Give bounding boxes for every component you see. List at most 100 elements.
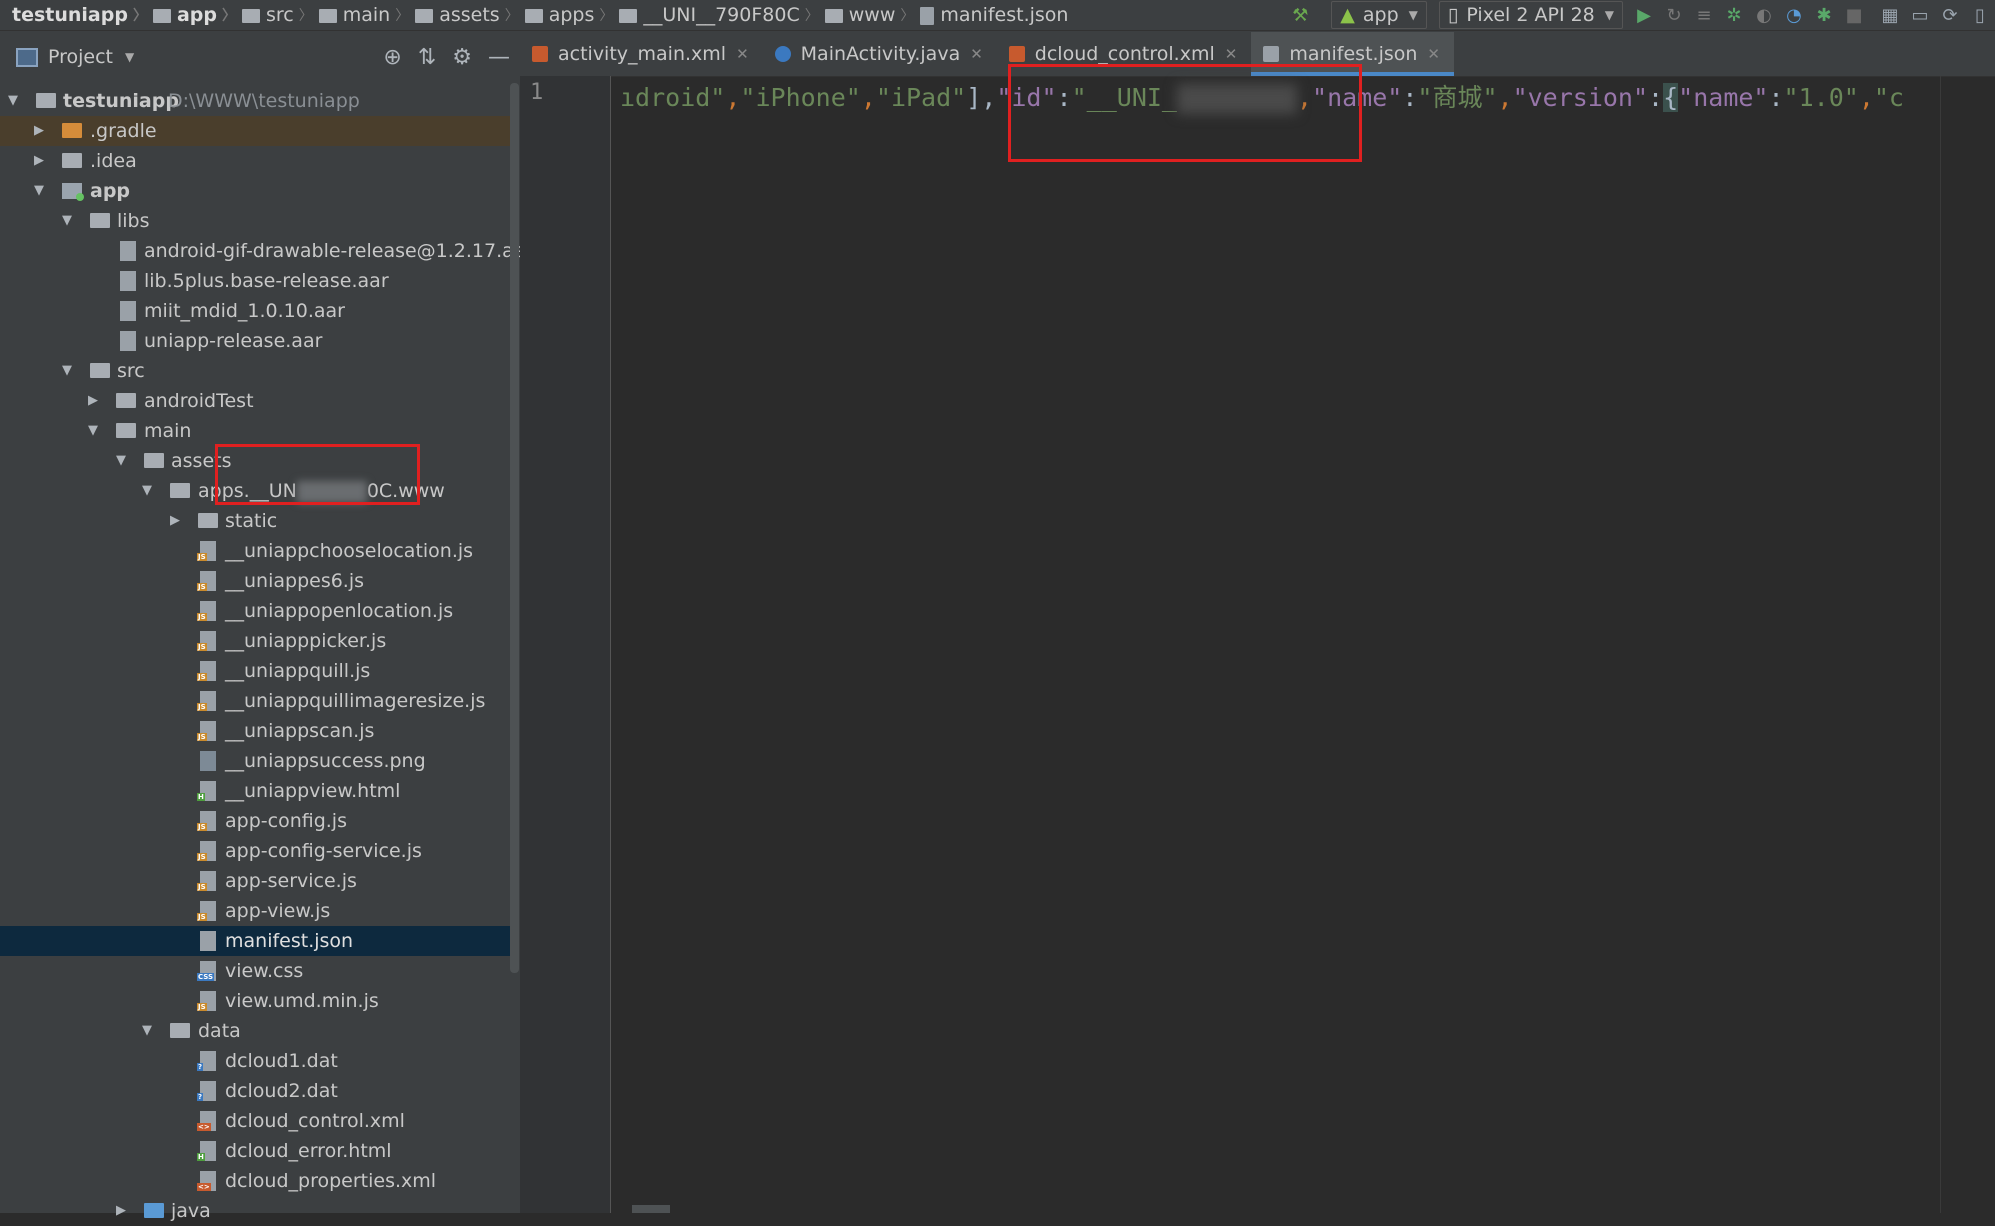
tree-item-label: __uniappes6.js <box>225 570 365 592</box>
tree-item-file[interactable]: uniapp-release.aar <box>0 326 512 356</box>
device-manager-icon[interactable]: ▯ <box>1965 0 1995 30</box>
tree-item-root[interactable]: ▼ testuniapp D:\WWW\testuniapp <box>0 86 512 116</box>
tree-item-file[interactable]: JS __uniapppicker.js <box>0 626 512 656</box>
archive-file-icon <box>120 331 136 351</box>
tree-item-file[interactable]: JS __uniappopenlocation.js <box>0 596 512 626</box>
folder-icon <box>318 9 337 23</box>
tree-item-libs[interactable]: ▼ libs <box>0 206 512 236</box>
stop-icon[interactable]: ■ <box>1839 0 1869 30</box>
tree-item-file[interactable]: JS view.umd.min.js <box>0 986 512 1016</box>
chevron-down-icon[interactable]: ▼ <box>142 476 158 506</box>
tree-item-file[interactable]: JS __uniappchooselocation.js <box>0 536 512 566</box>
tree-item-file[interactable]: H dcloud_error.html <box>0 1136 512 1166</box>
chevron-down-icon[interactable]: ▼ <box>8 86 24 116</box>
close-icon[interactable]: ✕ <box>736 45 749 63</box>
tree-item-file[interactable]: ? dcloud1.dat <box>0 1046 512 1076</box>
chevron-right-icon[interactable]: ▶ <box>88 386 104 416</box>
chevron-down-icon[interactable]: ▼ <box>62 206 78 236</box>
tree-item-file[interactable]: JS app-config.js <box>0 806 512 836</box>
rerun-icon[interactable]: ↻ <box>1659 0 1689 30</box>
sdk-manager-icon[interactable]: ⟳ <box>1935 0 1965 30</box>
project-view-select[interactable]: Project <box>48 46 113 68</box>
coverage-icon[interactable]: ◐ <box>1749 0 1779 30</box>
chevron-down-icon[interactable]: ▼ <box>34 176 50 206</box>
editor-horizontal-scrollbar[interactable] <box>632 1205 670 1213</box>
locate-target-icon[interactable]: ⊕ <box>383 45 401 70</box>
tree-item-file[interactable]: JS __uniappquillimageresize.js <box>0 686 512 716</box>
chevron-down-icon[interactable]: ▼ <box>116 446 132 476</box>
profile-icon[interactable]: ◔ <box>1779 0 1809 30</box>
tab-activity-main-xml[interactable]: activity_main.xml ✕ <box>520 32 763 76</box>
tree-item-file[interactable]: JS __uniappquill.js <box>0 656 512 686</box>
tab-label: dcloud_control.xml <box>1034 43 1215 65</box>
chevron-down-icon[interactable]: ▼ <box>88 416 104 446</box>
breadcrumb-main[interactable]: main 〉 <box>318 4 415 26</box>
apply-changes-icon[interactable]: ≡ <box>1689 0 1719 30</box>
tree-item-file[interactable]: H __uniappview.html <box>0 776 512 806</box>
tree-item-java[interactable]: ▶ java <box>0 1196 512 1226</box>
project-scrollbar[interactable] <box>510 83 519 973</box>
chevron-right-icon[interactable]: ▶ <box>116 1196 132 1226</box>
tree-item-file[interactable]: JS app-config-service.js <box>0 836 512 866</box>
unknown-file-icon: ? <box>197 1051 216 1071</box>
tree-item-androidtest[interactable]: ▶ androidTest <box>0 386 512 416</box>
json-file-icon <box>200 931 216 951</box>
chevron-right-icon[interactable]: ▶ <box>34 146 50 176</box>
breadcrumb-assets[interactable]: assets 〉 <box>415 4 524 26</box>
chevron-right-icon[interactable]: ▶ <box>170 506 186 536</box>
attach-debugger-icon[interactable]: ✱ <box>1809 0 1839 30</box>
code-token: , <box>1858 83 1874 112</box>
breadcrumb-apps[interactable]: apps 〉 <box>524 4 620 26</box>
breadcrumb-src[interactable]: src 〉 <box>241 4 319 26</box>
breadcrumb-file[interactable]: manifest.json <box>920 4 1068 26</box>
tree-item-idea[interactable]: ▶ .idea <box>0 146 512 176</box>
tree-item-app[interactable]: ▼ app <box>0 176 512 206</box>
tree-item-static[interactable]: ▶ static <box>0 506 512 536</box>
js-file-icon: JS <box>197 901 216 921</box>
tree-item-label: app <box>90 180 131 202</box>
tab-mainactivity-java[interactable]: MainActivity.java ✕ <box>763 32 997 76</box>
annotation-box-editor <box>1008 64 1362 162</box>
chevron-down-icon[interactable]: ▼ <box>125 50 134 64</box>
tree-item-data[interactable]: ▼ data <box>0 1016 512 1046</box>
run-icon[interactable]: ▶ <box>1629 0 1659 30</box>
tree-item-file[interactable]: JS app-service.js <box>0 866 512 896</box>
breadcrumb-root[interactable]: testuniapp 〉 <box>12 4 153 26</box>
build-hammer-icon[interactable]: ⚒ <box>1285 0 1315 30</box>
chevron-down-icon[interactable]: ▼ <box>62 356 78 386</box>
breadcrumb-label: testuniapp <box>12 4 128 26</box>
run-config-select[interactable]: ▲ app ▼ <box>1331 1 1427 29</box>
close-icon[interactable]: ✕ <box>970 45 983 63</box>
gear-icon[interactable]: ⚙ <box>452 45 472 70</box>
tree-item-file[interactable]: JS app-view.js <box>0 896 512 926</box>
breadcrumb-www[interactable]: www 〉 <box>824 4 921 26</box>
avd-manager-icon[interactable]: ▭ <box>1905 0 1935 30</box>
tree-item-file[interactable]: miit_mdid_1.0.10.aar <box>0 296 512 326</box>
tree-item-main[interactable]: ▼ main <box>0 416 512 446</box>
tree-item-file[interactable]: CSS view.css <box>0 956 512 986</box>
chevron-right-icon[interactable]: ▶ <box>34 116 50 146</box>
close-icon[interactable]: ✕ <box>1225 45 1238 63</box>
tree-item-file[interactable]: ? dcloud2.dat <box>0 1076 512 1106</box>
tree-item-file[interactable]: lib.5plus.base-release.aar <box>0 266 512 296</box>
editor-gutter <box>520 76 611 1213</box>
hide-panel-icon[interactable]: — <box>488 45 510 70</box>
close-icon[interactable]: ✕ <box>1427 45 1440 63</box>
sync-project-icon[interactable]: ▦ <box>1875 0 1905 30</box>
tree-item-file[interactable]: <> dcloud_control.xml <box>0 1106 512 1136</box>
tree-item-file[interactable]: android-gif-drawable-release@1.2.17.aar <box>0 236 533 266</box>
tree-item-file[interactable]: __uniappsuccess.png <box>0 746 512 776</box>
tree-item-label: dcloud_control.xml <box>225 1110 405 1132</box>
breadcrumb-app[interactable]: app 〉 <box>152 4 242 26</box>
tree-item-file[interactable]: JS __uniappscan.js <box>0 716 512 746</box>
breadcrumb-uni-app-id[interactable]: __UNI__790F80C 〉 <box>619 4 824 26</box>
tree-item-gradle[interactable]: ▶ .gradle <box>0 116 512 146</box>
tree-item-manifest-selected[interactable]: manifest.json <box>0 926 512 956</box>
collapse-all-icon[interactable]: ⇅ <box>418 45 436 70</box>
tree-item-file[interactable]: JS __uniappes6.js <box>0 566 512 596</box>
chevron-down-icon[interactable]: ▼ <box>142 1016 158 1046</box>
tree-item-src[interactable]: ▼ src <box>0 356 512 386</box>
tree-item-file[interactable]: <> dcloud_properties.xml <box>0 1166 512 1196</box>
debug-icon[interactable]: ✲ <box>1719 0 1749 30</box>
device-select[interactable]: ▯ Pixel 2 API 28 ▼ <box>1438 1 1623 29</box>
